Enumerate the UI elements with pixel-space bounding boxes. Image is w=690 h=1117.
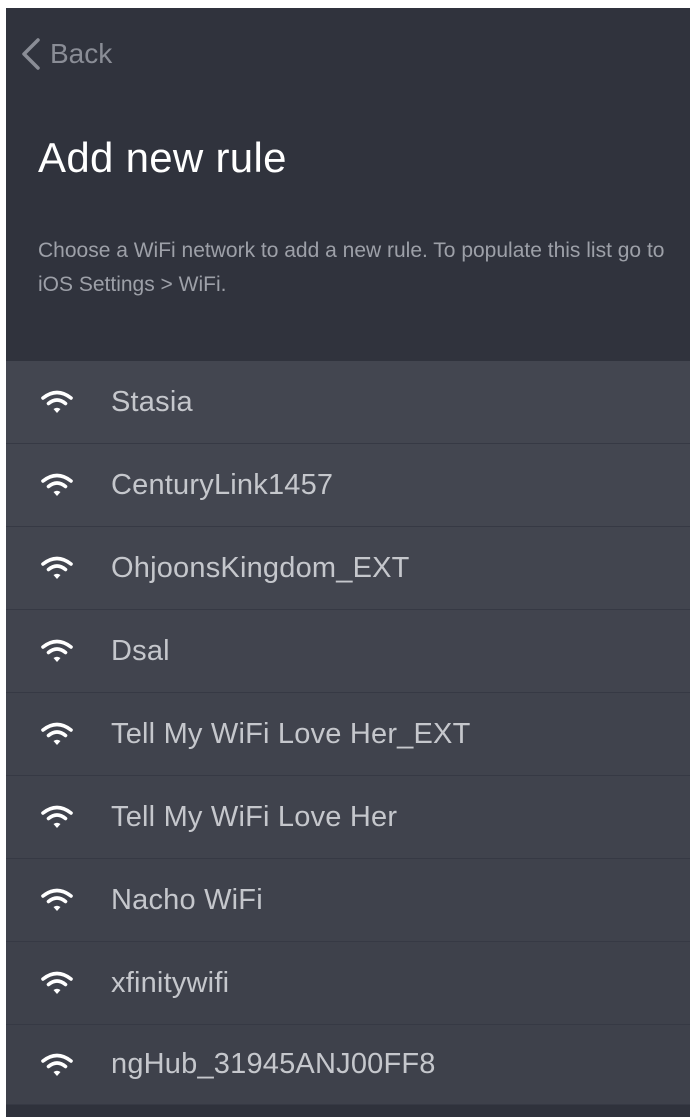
wifi-network-name: OhjoonsKingdom_EXT — [111, 551, 410, 584]
wifi-network-name: Dsal — [111, 634, 170, 667]
page-title: Add new rule — [38, 134, 287, 181]
header: Back Add new rule Choose a WiFi network … — [6, 8, 690, 361]
wifi-icon — [41, 556, 73, 579]
wifi-network-row[interactable]: OhjoonsKingdom_EXT — [6, 527, 690, 610]
wifi-network-row[interactable]: Stasia — [6, 361, 690, 444]
wifi-network-name: Tell My WiFi Love Her — [111, 800, 398, 833]
wifi-network-name: Stasia — [111, 385, 193, 418]
wifi-icon — [41, 888, 73, 911]
wifi-network-name: xfinitywifi — [111, 966, 230, 999]
wifi-icon — [41, 805, 73, 828]
screen: Back Add new rule Choose a WiFi network … — [6, 8, 690, 1117]
wifi-icon — [41, 639, 73, 662]
wifi-network-name: CenturyLink1457 — [111, 468, 334, 501]
back-label: Back — [50, 38, 113, 69]
chevron-left-icon — [22, 38, 40, 70]
wifi-network-row[interactable]: Tell My WiFi Love Her_EXT — [6, 693, 690, 776]
wifi-network-name: ngHub_31945ANJ00FF8 — [111, 1048, 436, 1080]
wifi-network-row[interactable]: Dsal — [6, 610, 690, 693]
wifi-network-list: Stasia CenturyLink1457 OhjoonsKingdom_EX… — [6, 361, 690, 1105]
wifi-icon — [41, 722, 73, 745]
wifi-network-row[interactable]: Nacho WiFi — [6, 859, 690, 942]
wifi-network-row[interactable]: xfinitywifi — [6, 942, 690, 1025]
wifi-icon — [41, 1053, 73, 1076]
wifi-network-row[interactable]: Tell My WiFi Love Her — [6, 776, 690, 859]
wifi-icon — [41, 473, 73, 496]
page-description: Choose a WiFi network to add a new rule.… — [38, 239, 665, 296]
wifi-icon — [41, 390, 73, 413]
wifi-network-name: Nacho WiFi — [111, 883, 263, 916]
wifi-network-row[interactable]: ngHub_31945ANJ00FF8 — [6, 1025, 690, 1105]
wifi-network-row[interactable]: CenturyLink1457 — [6, 444, 690, 527]
wifi-network-name: Tell My WiFi Love Her_EXT — [111, 717, 471, 750]
wifi-icon — [41, 971, 73, 994]
back-button[interactable]: Back — [16, 34, 112, 74]
